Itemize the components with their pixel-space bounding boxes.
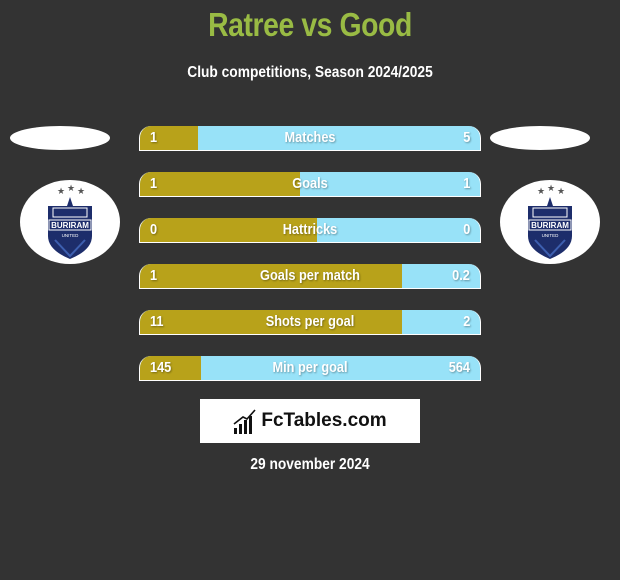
left-team-name-oval: [10, 126, 110, 150]
svg-text:★: ★: [547, 184, 555, 193]
bar-chart-icon: [233, 409, 256, 434]
stat-row-shots-per-goal: Shots per goal 11 2: [139, 310, 481, 335]
stat-label: Goals per match: [260, 267, 360, 284]
svg-text:★: ★: [537, 186, 545, 196]
stat-label: Min per goal: [272, 359, 348, 376]
brand-name: FcTables.com: [261, 410, 387, 431]
svg-text:★: ★: [77, 186, 85, 196]
right-team-logo[interactable]: ★ ★ ★ BURIRAM UNITED: [500, 180, 600, 264]
right-value: 564: [448, 359, 470, 376]
right-value: 5: [462, 129, 470, 146]
left-value: 11: [150, 313, 164, 330]
svg-text:BURIRAM: BURIRAM: [531, 221, 569, 230]
competition-subtitle: Club competitions, Season 2024/2025: [187, 64, 433, 81]
left-team-logo[interactable]: ★ ★ ★ BURIRAM UNITED: [20, 180, 120, 264]
match-date: 29 november 2024: [250, 456, 370, 473]
svg-text:★: ★: [557, 186, 565, 196]
right-value: 0: [462, 221, 470, 238]
buriram-united-crest-icon: ★ ★ ★ BURIRAM UNITED: [528, 184, 572, 259]
left-value: 145: [150, 359, 172, 376]
svg-text:★: ★: [57, 186, 65, 196]
right-team-name-oval: [490, 126, 590, 150]
svg-text:BURIRAM: BURIRAM: [51, 221, 89, 230]
stat-row-min-per-goal: Min per goal 145 564: [139, 356, 481, 381]
stat-label: Hattricks: [282, 221, 338, 238]
stat-label: Goals: [292, 175, 328, 192]
right-value: 1: [462, 175, 470, 192]
left-value: 1: [150, 175, 158, 192]
page-title: Ratree vs Good: [208, 6, 412, 43]
svg-text:UNITED: UNITED: [542, 233, 560, 238]
stat-row-hattricks: Hattricks 0 0: [139, 218, 481, 243]
svg-text:UNITED: UNITED: [62, 233, 80, 238]
stat-label: Matches: [284, 129, 336, 146]
stat-label: Shots per goal: [265, 313, 355, 330]
stat-row-goals-per-match: Goals per match 1 0.2: [139, 264, 481, 289]
fctables-brand-link[interactable]: FcTables.com: [200, 399, 420, 443]
left-value: 1: [150, 129, 158, 146]
right-value: 2: [462, 313, 470, 330]
svg-text:★: ★: [67, 184, 75, 193]
right-value: 0.2: [452, 267, 470, 284]
left-value: 0: [150, 221, 158, 238]
buriram-united-crest-icon: ★ ★ ★ BURIRAM UNITED: [48, 184, 92, 259]
stat-row-matches: Matches 1 5: [139, 126, 481, 151]
stat-row-goals: Goals 1 1: [139, 172, 481, 197]
left-value: 1: [150, 267, 158, 284]
